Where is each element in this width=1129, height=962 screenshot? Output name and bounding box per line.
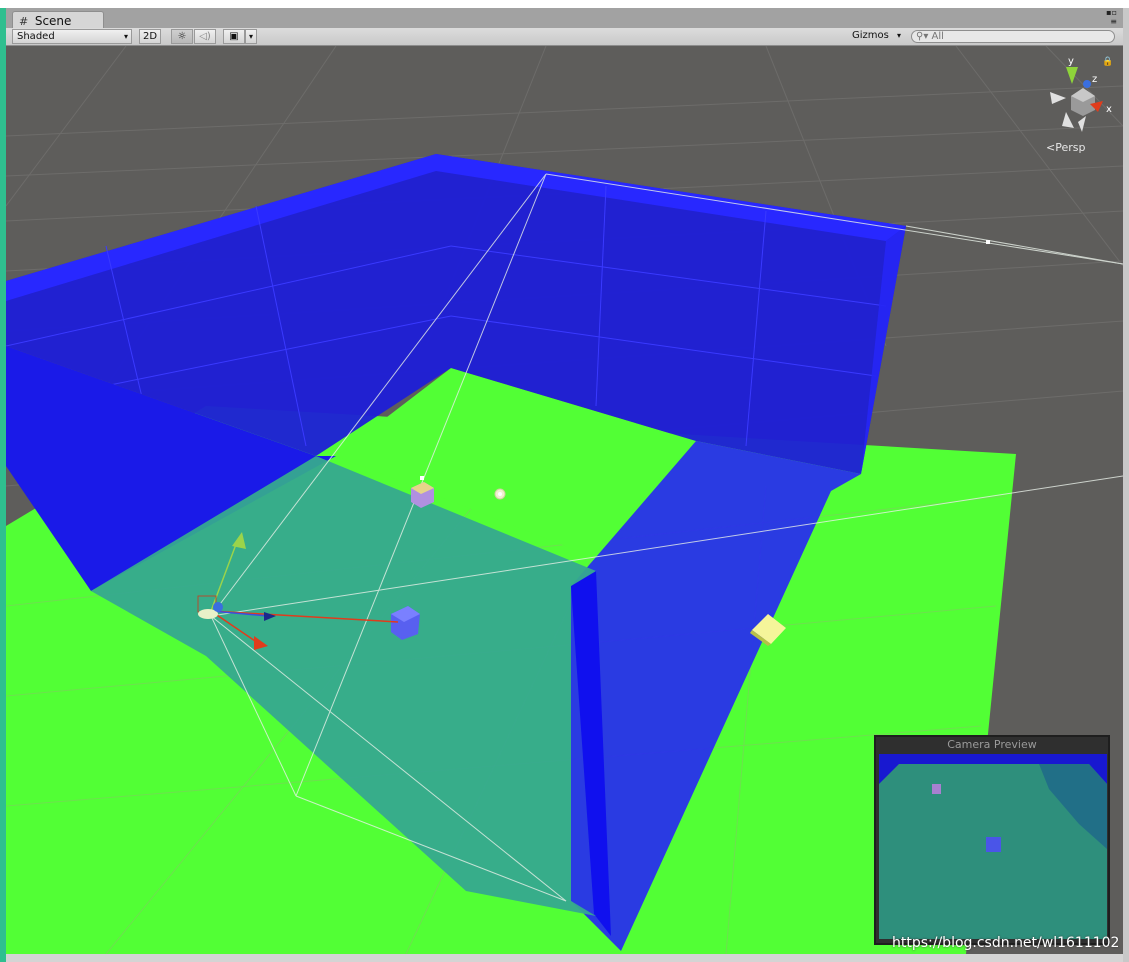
tab-scene-label: Scene [34, 14, 72, 28]
axis-x-label: x [1106, 104, 1112, 115]
effects-dropdown-button[interactable]: ▾ [245, 29, 257, 44]
frustum-handle[interactable] [986, 240, 990, 244]
sun-icon: ☼ [177, 31, 187, 42]
cube-handle[interactable] [420, 476, 424, 480]
maximize-icon[interactable]: ▪▫ [1097, 8, 1117, 17]
light-icon[interactable] [494, 488, 506, 500]
scene-toolbar: Shaded ▾ 2D ☼ ◁) ▣ ▾ Gizmos ▾ ⚲▾ All [6, 28, 1123, 46]
projection-toggle[interactable]: <Persp [1046, 141, 1085, 154]
search-icon: ⚲▾ [916, 31, 929, 42]
tab-controls: ▪▫ ≡ [1097, 8, 1117, 28]
search-input[interactable]: ⚲▾ All [911, 30, 1115, 43]
axis-z-label: z [1092, 74, 1097, 85]
tab-menu-icon[interactable]: ≡ [1097, 17, 1117, 26]
bottom-bar [6, 954, 1123, 962]
lighting-toggle-button[interactable]: ☼ [171, 29, 193, 44]
persp-icon: < [1046, 141, 1056, 154]
effects-toggle-button[interactable]: ▣ [223, 29, 245, 44]
speaker-icon: ◁) [199, 31, 211, 42]
right-edge [1123, 8, 1129, 962]
shading-mode-label: Shaded [17, 31, 55, 42]
image-icon: ▣ [229, 31, 239, 42]
camera-preview-title: Camera Preview [947, 738, 1037, 751]
lock-icon[interactable]: 🔒 [1102, 57, 1113, 67]
camera-preview-scene [879, 754, 1107, 939]
projection-label: Persp [1055, 141, 1086, 154]
2d-toggle-label: 2D [142, 31, 158, 42]
chevron-down-icon: ▾ [896, 31, 901, 40]
shading-mode-dropdown[interactable]: Shaded ▾ [12, 29, 132, 44]
2d-toggle-button[interactable]: 2D [139, 29, 161, 44]
watermark: https://blog.csdn.net/wl1611102 [892, 935, 1120, 951]
camera-preview-render [879, 754, 1107, 939]
audio-toggle-button[interactable]: ◁) [194, 29, 216, 44]
axis-y-label: y [1068, 56, 1074, 67]
gizmos-label: Gizmos [852, 30, 889, 41]
gizmos-dropdown[interactable]: Gizmos ▾ [848, 29, 904, 44]
search-placeholder: All [931, 31, 944, 42]
scene-viewport[interactable]: y z x 🔒 <Persp Camera Preview [6, 46, 1123, 954]
chevron-down-icon: ▾ [248, 32, 253, 41]
tab-scene[interactable]: # Scene [12, 11, 104, 29]
camera-preview-panel: Camera Preview [874, 735, 1110, 945]
chevron-down-icon: ▾ [123, 32, 128, 41]
unity-editor-scene-window: # Scene ▪▫ ≡ Shaded ▾ 2D ☼ ◁) ▣ ▾ Gizmos [0, 0, 1129, 962]
tab-bar: # Scene ▪▫ ≡ [6, 8, 1123, 29]
